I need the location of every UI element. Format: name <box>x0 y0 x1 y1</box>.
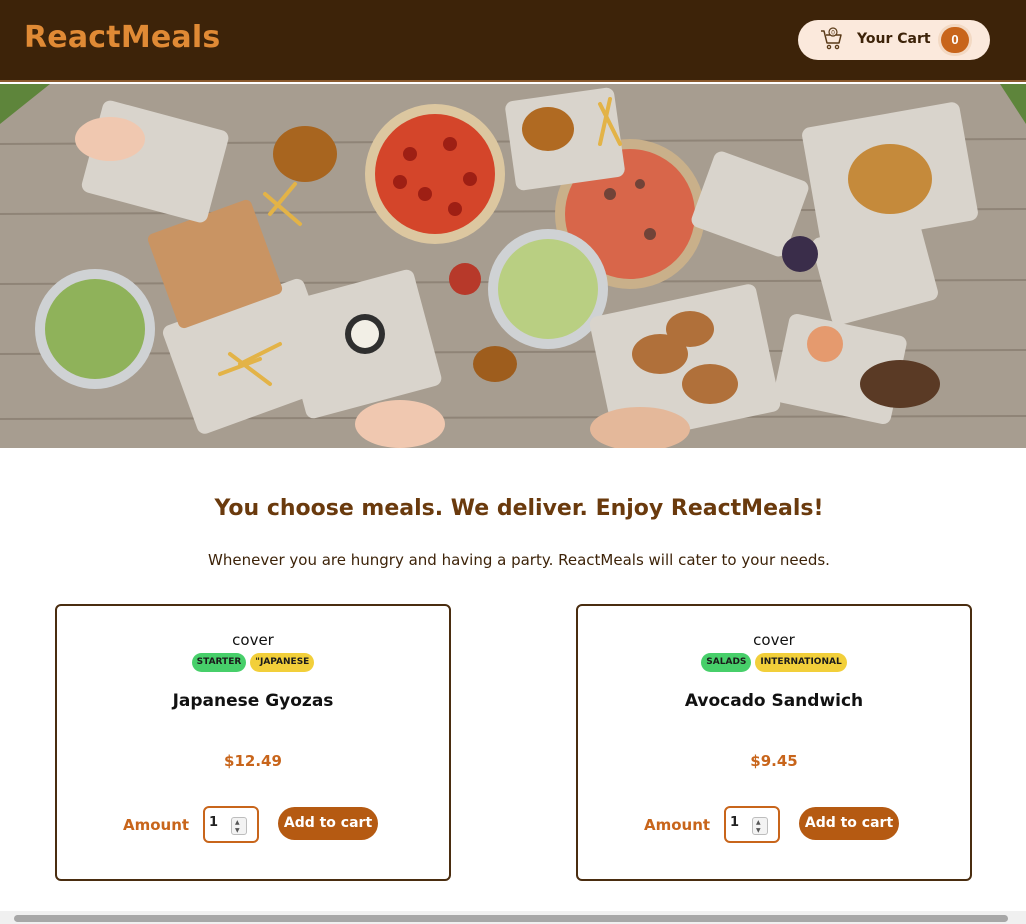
app-logo[interactable]: ReactMeals <box>24 20 220 55</box>
intro-subtitle: Whenever you are hungry and having a par… <box>208 551 830 569</box>
meal-tag: "JAPANESE <box>250 653 315 672</box>
intro-title: You choose meals. We deliver. Enjoy Reac… <box>214 496 824 521</box>
meal-cover-image: cover <box>753 631 795 649</box>
meal-tag: SALADS <box>701 653 752 672</box>
meal-card: cover SALADS INTERNATIONAL Avocado Sandw… <box>576 604 972 881</box>
hero-food-photo <box>0 84 1026 448</box>
amount-label: Amount <box>123 816 190 834</box>
add-to-cart-button[interactable]: Add to cart <box>799 807 899 840</box>
hero-image <box>0 84 1026 448</box>
meal-tag: STARTER <box>191 653 247 672</box>
amount-form: Amount 1 ▲ ▼ Add to cart <box>578 806 970 844</box>
amount-label: Amount <box>644 816 711 834</box>
meal-name: Avocado Sandwich <box>684 691 864 711</box>
add-to-cart-button[interactable]: Add to cart <box>278 807 378 840</box>
amount-input[interactable]: 1 ▲ ▼ <box>203 806 259 843</box>
amount-value: 1 <box>209 815 219 830</box>
meal-card: cover STARTER "JAPANESE Japanese Gyozas … <box>55 604 451 881</box>
meal-tags: SALADS INTERNATIONAL <box>578 653 970 672</box>
amount-stepper[interactable]: ▲ ▼ <box>752 817 768 835</box>
meal-price: $12.49 <box>224 752 282 770</box>
cart-icon: 0 <box>821 27 842 50</box>
stepper-down-icon[interactable]: ▼ <box>756 827 761 834</box>
meal-name: Japanese Gyozas <box>172 691 334 711</box>
stepper-down-icon[interactable]: ▼ <box>235 827 240 834</box>
cart-count-badge: 0 <box>941 27 969 53</box>
stepper-up-icon[interactable]: ▲ <box>235 819 240 826</box>
cart-label: Your Cart <box>857 31 931 47</box>
meal-price: $9.45 <box>750 752 798 770</box>
meal-cover-image: cover <box>232 631 274 649</box>
amount-stepper[interactable]: ▲ ▼ <box>231 817 247 835</box>
amount-input[interactable]: 1 ▲ ▼ <box>724 806 780 843</box>
amount-value: 1 <box>730 815 740 830</box>
svg-text:0: 0 <box>831 30 835 37</box>
cart-button[interactable]: 0 Your Cart 0 <box>798 20 990 60</box>
amount-form: Amount 1 ▲ ▼ Add to cart <box>57 806 449 844</box>
scrollbar-thumb[interactable] <box>14 915 1008 922</box>
app-header: ReactMeals 0 Your Cart 0 <box>0 0 1026 82</box>
meal-tags: STARTER "JAPANESE <box>57 653 449 672</box>
stepper-up-icon[interactable]: ▲ <box>756 819 761 826</box>
meal-tag: INTERNATIONAL <box>755 653 847 672</box>
